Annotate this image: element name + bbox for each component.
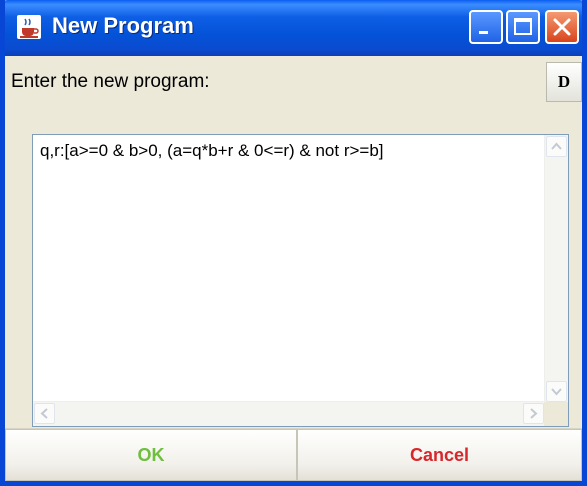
scroll-left-button[interactable] (34, 403, 55, 424)
ok-button[interactable]: OK (5, 429, 297, 481)
chevron-left-icon (40, 408, 48, 419)
button-bar: OK Cancel (5, 428, 582, 481)
title-bar[interactable]: New Program (5, 0, 582, 56)
dialog-content: Enter the new program: D q,r:[a>=0 & b>0… (5, 56, 582, 481)
chevron-right-icon (530, 408, 538, 419)
chevron-down-icon (551, 388, 562, 396)
prompt-label: Enter the new program: (11, 71, 210, 92)
dialog-window: New Program Enter the new program: D q,r… (0, 0, 587, 486)
minimize-button[interactable] (469, 10, 503, 44)
cancel-button[interactable]: Cancel (297, 429, 582, 481)
close-icon (553, 18, 571, 36)
close-button[interactable] (545, 10, 579, 44)
vertical-scrollbar[interactable] (544, 135, 568, 403)
d-button[interactable]: D (546, 62, 582, 102)
maximize-button[interactable] (506, 10, 540, 44)
chevron-up-icon (551, 142, 562, 150)
maximize-icon (514, 18, 532, 35)
scrollbar-corner (544, 402, 568, 426)
scroll-right-button[interactable] (523, 403, 544, 424)
minimize-icon (479, 31, 488, 34)
horizontal-scrollbar[interactable] (33, 401, 545, 426)
scroll-up-button[interactable] (546, 136, 567, 157)
scroll-down-button[interactable] (546, 381, 567, 402)
program-text[interactable]: q,r:[a>=0 & b>0, (a=q*b+r & 0<=r) & not … (40, 141, 384, 161)
window-title: New Program (52, 13, 194, 38)
program-text-area[interactable]: q,r:[a>=0 & b>0, (a=q*b+r & 0<=r) & not … (32, 134, 569, 427)
java-coffee-cup-icon (16, 14, 42, 40)
